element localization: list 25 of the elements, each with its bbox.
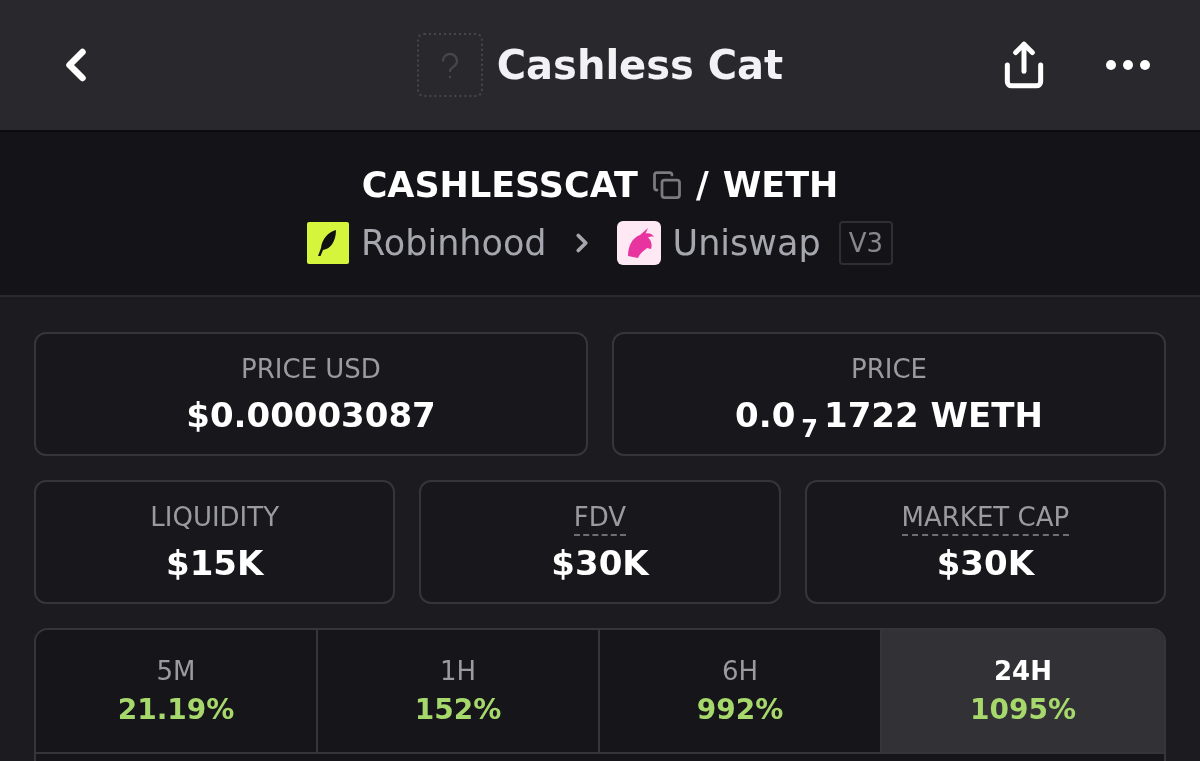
timeframe-tab[interactable]: 24H 1095% xyxy=(882,630,1164,752)
timeframe-tab[interactable]: 5M 21.19% xyxy=(36,630,318,752)
version-badge: V3 xyxy=(838,220,893,265)
dex-name: Uniswap xyxy=(672,221,821,265)
stat-value: $30K xyxy=(936,541,1034,584)
feather-icon xyxy=(307,221,350,264)
copy-button[interactable] xyxy=(651,169,682,200)
quote-token-symbol: WETH xyxy=(722,163,839,207)
stat-label: FDV xyxy=(573,500,627,536)
stat-label: PRICE USD xyxy=(241,352,381,386)
unicorn-icon xyxy=(616,220,661,265)
stat-value: $0.00003087 xyxy=(186,393,436,436)
base-token-symbol: CASHLESSCAT xyxy=(361,163,638,207)
token-title: Cashless Cat xyxy=(496,41,784,89)
more-icon xyxy=(1106,60,1150,70)
stat-value: 0.0$_{7}$1722 WETH xyxy=(735,393,1043,436)
stat-value: $30K xyxy=(551,541,649,584)
chain-name: Robinhood xyxy=(361,221,547,265)
stat-value: $15K xyxy=(166,541,264,584)
stat-label: MARKET CAP xyxy=(901,500,1070,536)
pair-separator: / xyxy=(695,163,709,207)
copy-icon xyxy=(651,169,682,200)
stat-label: PRICE xyxy=(851,352,927,386)
stat-label: LIQUIDITY xyxy=(150,500,280,534)
image-placeholder-icon xyxy=(416,33,483,97)
